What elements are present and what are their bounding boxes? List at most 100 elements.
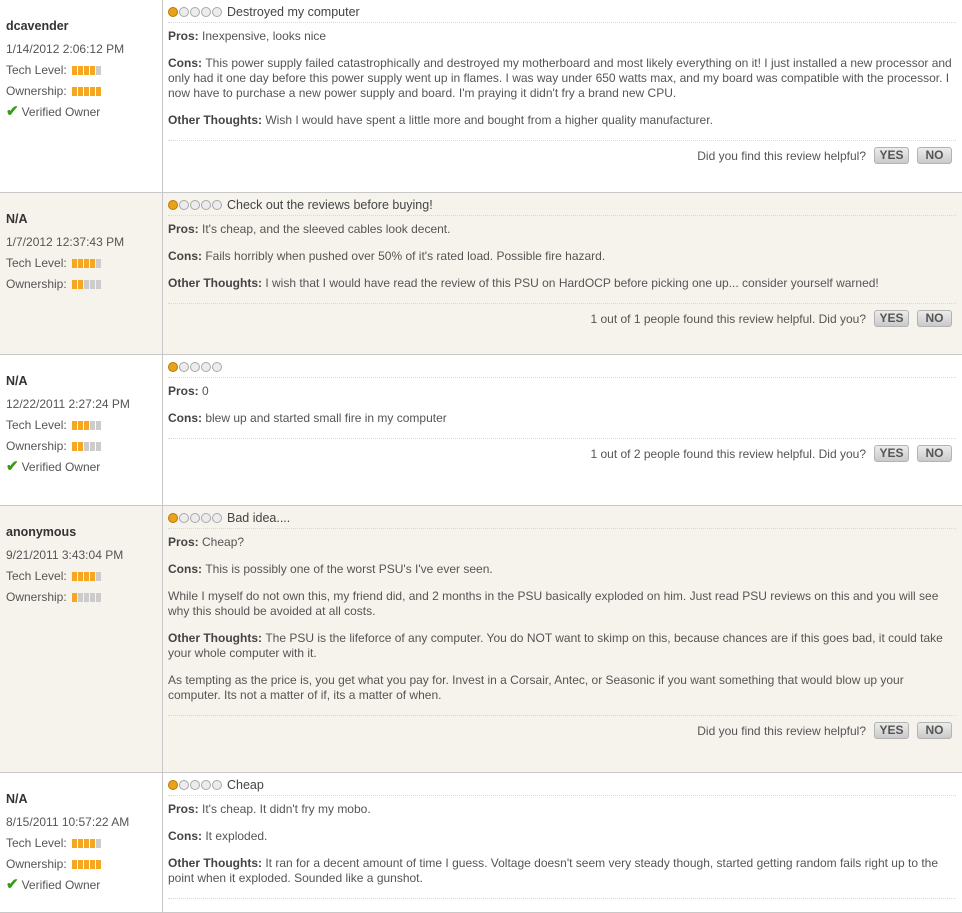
review-cons: Cons: blew up and started small fire in … — [168, 411, 956, 426]
level-segment — [71, 87, 77, 96]
ownership-meter — [71, 442, 102, 451]
helpful-no-button[interactable]: NO — [917, 310, 952, 327]
review-title-line — [168, 359, 956, 378]
tech-level-meter — [71, 421, 102, 430]
ownership-label: Ownership: — [6, 857, 67, 871]
review-title-line: Cheap — [168, 777, 956, 796]
level-segment — [83, 280, 89, 289]
level-segment — [71, 421, 77, 430]
level-segment — [77, 87, 83, 96]
helpful-prompt: 1 out of 2 people found this review help… — [168, 438, 956, 462]
review-other-thoughts-text: The PSU is the lifeforce of any computer… — [168, 631, 943, 660]
review-cons-text: This power supply failed catastrophicall… — [168, 56, 952, 100]
level-segment — [77, 593, 83, 602]
level-segment — [95, 280, 101, 289]
verified-owner-label: Verified Owner — [21, 460, 101, 474]
rating-egg-icon — [179, 7, 189, 17]
review-cons-label: Cons: — [168, 829, 206, 843]
ownership-level: Ownership: — [6, 274, 162, 295]
review-other-thoughts-label: Other Thoughts: — [168, 113, 266, 127]
level-segment — [77, 442, 83, 451]
level-segment — [95, 860, 101, 869]
level-segment — [77, 280, 83, 289]
rating-egg-icon — [179, 362, 189, 372]
verified-check-icon: ✔ — [6, 103, 19, 120]
level-segment — [95, 87, 101, 96]
rating-egg-icon — [168, 362, 178, 372]
helpful-yes-button[interactable]: YES — [874, 147, 909, 164]
rating-egg-icon — [190, 362, 200, 372]
level-segment — [83, 572, 89, 581]
review-title: Check out the reviews before buying! — [227, 198, 433, 212]
review-other-thoughts-extra-text: As tempting as the price is, you get wha… — [168, 673, 904, 702]
verified-owner-label: Verified Owner — [21, 105, 101, 119]
helpful-no-button[interactable]: NO — [917, 147, 952, 164]
helpful-no-button[interactable]: NO — [917, 445, 952, 462]
review-cons-text: Fails horribly when pushed over 50% of i… — [205, 249, 606, 263]
review-body: Cheap Pros: It's cheap. It didn't fry my … — [163, 773, 962, 912]
helpful-yes-button[interactable]: YES — [874, 722, 909, 739]
review-pros-label: Pros: — [168, 535, 203, 549]
review-body: Pros: 0 Cons: blew up and started small f… — [163, 355, 962, 505]
level-segment — [95, 572, 101, 581]
rating-egg-icon — [179, 780, 189, 790]
helpful-text: 1 out of 1 people found this review help… — [590, 311, 866, 326]
level-segment — [77, 860, 83, 869]
rating-egg-icon — [190, 7, 200, 17]
level-segment — [71, 860, 77, 869]
reviewer-name: anonymous — [6, 525, 77, 539]
helpful-yes-button[interactable]: YES — [874, 310, 909, 327]
level-segment — [71, 442, 77, 451]
review-other-thoughts: Other Thoughts: It ran for a decent amou… — [168, 856, 956, 886]
rating-egg-icon — [190, 780, 200, 790]
helpful-text: Did you find this review helpful? — [697, 148, 866, 163]
rating-egg-icon — [212, 7, 222, 17]
level-segment — [95, 66, 101, 75]
level-segment — [71, 593, 77, 602]
review-cons: Cons: This is possibly one of the worst … — [168, 562, 956, 577]
tech-level: Tech Level: — [6, 60, 162, 81]
review-pros-text: Inexpensive, looks nice — [202, 29, 327, 43]
review-body: Check out the reviews before buying! Pros… — [163, 193, 962, 354]
helpful-prompt — [168, 898, 956, 905]
helpful-yes-button[interactable]: YES — [874, 445, 909, 462]
verified-owner-badge: ✔ Verified Owner — [6, 459, 162, 475]
rating-eggs — [168, 7, 223, 17]
review-date: 1/7/2012 12:37:43 PM — [6, 235, 125, 249]
review-pros-label: Pros: — [168, 29, 203, 43]
review-item: N/A 1/7/2012 12:37:43 PM Tech Level: Owners… — [0, 193, 962, 355]
tech-level-meter — [71, 259, 102, 268]
review-other-thoughts-label: Other Thoughts: — [168, 631, 266, 645]
rating-egg-icon — [212, 513, 222, 523]
tech-level-meter — [71, 572, 102, 581]
verified-check-icon: ✔ — [6, 458, 19, 475]
ownership-level: Ownership: — [6, 854, 162, 875]
level-segment — [89, 572, 95, 581]
rating-egg-icon — [201, 200, 211, 210]
verified-owner-badge: ✔ Verified Owner — [6, 104, 162, 120]
tech-level: Tech Level: — [6, 415, 162, 436]
level-segment — [95, 442, 101, 451]
rating-egg-icon — [168, 7, 178, 17]
rating-egg-icon — [190, 513, 200, 523]
review-title-line: Check out the reviews before buying! — [168, 197, 956, 216]
level-segment — [83, 860, 89, 869]
verified-owner-badge: ✔ Verified Owner — [6, 877, 162, 893]
review-pros-text: Cheap? — [202, 535, 245, 549]
helpful-no-button[interactable]: NO — [917, 722, 952, 739]
ownership-meter — [71, 593, 102, 602]
tech-level-label: Tech Level: — [6, 418, 67, 432]
level-segment — [89, 442, 95, 451]
review-title: Cheap — [227, 778, 264, 792]
reviewer-name: N/A — [6, 212, 28, 226]
level-segment — [89, 421, 95, 430]
review-pros-label: Pros: — [168, 222, 203, 236]
tech-level-label: Tech Level: — [6, 836, 67, 850]
review-other-thoughts: Other Thoughts: The PSU is the lifeforce… — [168, 631, 956, 661]
review-other-thoughts-label: Other Thoughts: — [168, 276, 266, 290]
level-segment — [83, 839, 89, 848]
reviewer-info: dcavender 1/14/2012 2:06:12 PM Tech Level:… — [0, 0, 163, 192]
review-pros: Pros: It's cheap, and the sleeved cables… — [168, 222, 956, 237]
ownership-label: Ownership: — [6, 590, 67, 604]
ownership-meter — [71, 280, 102, 289]
